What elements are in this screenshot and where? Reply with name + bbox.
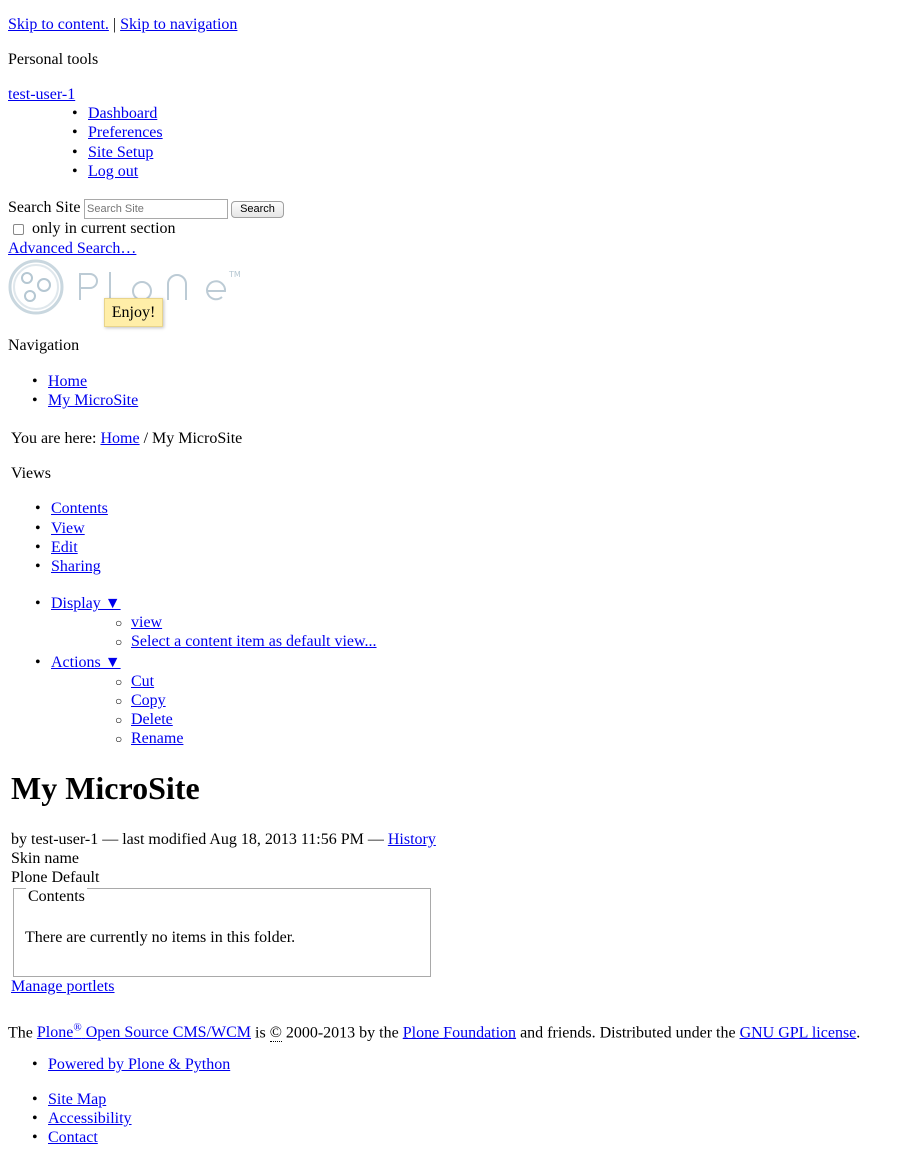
- skip-to-navigation-link[interactable]: Skip to navigation: [120, 16, 237, 33]
- plone-link[interactable]: Plone® Open Source CMS/WCM: [36, 1022, 252, 1042]
- preferences-link[interactable]: Preferences: [88, 124, 163, 141]
- actions-menu-toggle[interactable]: Actions ▼: [51, 654, 121, 671]
- skin-name-label: Skin name: [11, 850, 79, 867]
- personal-tools-heading: Personal tools: [8, 51, 99, 68]
- skin-name-value: Plone Default: [11, 869, 100, 886]
- byline-text: by test-user-1 — last modified Aug 18, 2…: [11, 831, 384, 848]
- display-menu-item: Select a content item as default view...: [115, 632, 377, 652]
- page-title: My MicroSite: [11, 770, 200, 806]
- site-action-item: Site Map: [32, 1090, 106, 1109]
- display-menu: Display ▼: [35, 594, 121, 613]
- footer-colophon: The Plone® Open Source CMS/WCM is © 2000…: [8, 1015, 860, 1046]
- breadcrumb-prefix: You are here:: [11, 430, 97, 447]
- site-setup-link[interactable]: Site Setup: [88, 144, 153, 161]
- nav-item: My MicroSite: [32, 391, 138, 410]
- footer-text: .: [856, 1024, 861, 1042]
- skip-separator: |: [112, 16, 117, 33]
- view-tab-item: Edit: [35, 538, 78, 557]
- personal-tools-item: Dashboard: [72, 104, 157, 123]
- search-button[interactable]: Search: [231, 201, 284, 218]
- footer-text: is: [255, 1024, 266, 1042]
- actions-menu-item: Cut: [115, 672, 154, 692]
- view-tab-item: View: [35, 519, 85, 538]
- oss-link-label: Open Source CMS/WCM: [85, 1024, 252, 1042]
- dashboard-link[interactable]: Dashboard: [88, 105, 157, 122]
- site-action-item: Contact: [32, 1128, 98, 1147]
- nav-home-link[interactable]: Home: [48, 373, 87, 390]
- footer-text: and friends. Distributed under the: [520, 1024, 736, 1042]
- tab-view[interactable]: View: [51, 520, 85, 537]
- skip-to-content-link[interactable]: Skip to content.: [8, 16, 109, 33]
- tab-sharing[interactable]: Sharing: [51, 558, 101, 575]
- current-section-checkbox[interactable]: [13, 224, 24, 235]
- actions-menu: Actions ▼: [35, 653, 121, 672]
- navigation-heading: Navigation: [8, 337, 80, 354]
- contact-link[interactable]: Contact: [48, 1129, 98, 1146]
- footer-item: Powered by Plone & Python: [32, 1055, 230, 1074]
- powered-by-link[interactable]: Powered by Plone & Python: [48, 1056, 230, 1073]
- gpl-license-link[interactable]: GNU GPL license: [740, 1024, 857, 1041]
- personal-tools-item: Log out: [72, 162, 138, 181]
- log-out-link[interactable]: Log out: [88, 163, 138, 180]
- enjoy-tooltip: Enjoy!: [104, 298, 163, 327]
- breadcrumb-current: My MicroSite: [152, 430, 243, 447]
- delete-link[interactable]: Delete: [131, 711, 173, 728]
- breadcrumb-separator: /: [143, 430, 149, 447]
- user-menu-link[interactable]: test-user-1: [8, 85, 75, 104]
- footer-text: 2000-2013 by the: [285, 1024, 399, 1042]
- footer-text: The: [8, 1024, 33, 1042]
- search-input[interactable]: [84, 199, 228, 219]
- actions-menu-item: Copy: [115, 691, 166, 711]
- accessibility-link[interactable]: Accessibility: [48, 1110, 132, 1127]
- breadcrumb-home-link[interactable]: Home: [100, 430, 139, 447]
- site-map-link[interactable]: Site Map: [48, 1091, 106, 1108]
- trademark-mark: TM: [228, 270, 241, 279]
- skip-links: Skip to content. | Skip to navigation: [8, 15, 237, 34]
- current-section-label: only in current section: [32, 220, 176, 237]
- actions-menu-item: Rename: [115, 729, 184, 749]
- site-action-item: Accessibility: [32, 1109, 132, 1128]
- copyright-symbol: ©: [269, 1024, 282, 1043]
- display-menu-item: view: [115, 613, 162, 633]
- tab-edit[interactable]: Edit: [51, 539, 78, 556]
- document-byline: by test-user-1 — last modified Aug 18, 2…: [11, 830, 436, 849]
- copy-link[interactable]: Copy: [131, 692, 166, 709]
- search-label: Search Site: [8, 199, 81, 216]
- display-view-link[interactable]: view: [131, 614, 162, 631]
- registered-mark: ®: [73, 1022, 82, 1034]
- select-default-view-link[interactable]: Select a content item as default view...: [131, 633, 377, 650]
- plone-foundation-link[interactable]: Plone Foundation: [403, 1024, 516, 1041]
- advanced-search-link[interactable]: Advanced Search…: [8, 239, 136, 258]
- display-menu-toggle[interactable]: Display ▼: [51, 595, 121, 612]
- rename-link[interactable]: Rename: [131, 730, 183, 747]
- history-link[interactable]: History: [388, 831, 436, 848]
- views-heading: Views: [11, 465, 51, 482]
- tab-contents[interactable]: Contents: [51, 500, 108, 517]
- nav-item: Home: [32, 372, 87, 391]
- nav-microsite-link[interactable]: My MicroSite: [48, 392, 138, 409]
- actions-menu-item: Delete: [115, 710, 173, 730]
- view-tab-item: Contents: [35, 499, 108, 518]
- empty-folder-message: There are currently no items in this fol…: [25, 929, 296, 946]
- folder-contents-legend: Contents: [26, 887, 87, 906]
- manage-portlets-link[interactable]: Manage portlets: [11, 977, 115, 996]
- breadcrumb: You are here: Home / My MicroSite: [11, 429, 242, 448]
- personal-tools-item: Site Setup: [72, 143, 153, 162]
- cut-link[interactable]: Cut: [131, 673, 154, 690]
- view-tab-item: Sharing: [35, 557, 101, 576]
- personal-tools-item: Preferences: [72, 123, 163, 142]
- plone-link-label: Plone: [36, 1024, 74, 1042]
